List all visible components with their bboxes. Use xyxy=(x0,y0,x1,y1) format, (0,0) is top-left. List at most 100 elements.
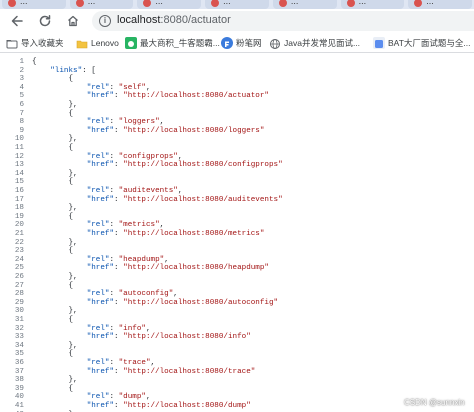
line-number: 40 xyxy=(14,393,24,402)
line-number: 31 xyxy=(14,316,24,324)
line-text: { xyxy=(32,316,74,324)
code-line: 12 "rel": "configprops", xyxy=(0,153,474,162)
line-text: "href": "http://localhost:8080/metrics" xyxy=(86,230,265,238)
code-line: 19 { xyxy=(0,213,474,222)
bookmark-label: Lenovo xyxy=(91,38,119,48)
line-text: "rel": "autoconfig", xyxy=(86,290,178,299)
line-text: "href": "http://localhost:8080/auditeven… xyxy=(86,195,283,204)
folder-import-icon xyxy=(6,37,18,49)
line-number: 38 xyxy=(14,376,24,385)
bookmark-label: 导入收藏夹 xyxy=(21,38,64,48)
code-line: 13 "href": "http://localhost:8080/config… xyxy=(0,161,474,170)
tab-favicon-icon xyxy=(211,0,220,7)
url-text[interactable]: localhost:8080/actuator xyxy=(117,14,231,26)
code-line: 20 "rel": "metrics", xyxy=(0,221,474,230)
code-line: 16 "rel": "auditevents", xyxy=(0,187,474,196)
code-line: 28 "rel": "autoconfig", xyxy=(0,290,474,299)
code-line: 40 "rel": "dump", xyxy=(0,393,474,402)
browser-tab[interactable]: ... xyxy=(69,0,134,9)
code-line: 8 "rel": "loggers", xyxy=(0,118,474,127)
line-text: "rel": "dump", xyxy=(86,393,151,402)
line-text: "href": "http://localhost:8080/configpro… xyxy=(86,161,283,170)
line-text: { xyxy=(32,178,74,187)
browser-tab[interactable]: ... xyxy=(408,0,472,9)
code-line: 22 }, xyxy=(0,239,474,248)
code-line: 26 }, xyxy=(0,273,474,282)
code-line: 15 { xyxy=(0,178,474,187)
browser-tab[interactable]: ... xyxy=(205,0,269,9)
code-line: 5 "href": "http://localhost:8080/actuato… xyxy=(0,92,474,101)
line-number: 14 xyxy=(14,169,24,178)
code-line: 9 "href": "http://localhost:8080/loggers… xyxy=(0,127,474,136)
fenbi-icon xyxy=(221,37,233,49)
line-text: { xyxy=(32,58,37,66)
browser-tab[interactable]: ... xyxy=(340,0,405,9)
reload-button[interactable] xyxy=(37,13,53,29)
line-number: 13 xyxy=(14,161,24,170)
code-line: 18 }, xyxy=(0,204,474,213)
line-text: "rel": "info", xyxy=(86,324,151,333)
browser-tab[interactable]: ... xyxy=(2,0,66,9)
json-viewer[interactable]: 1{2 "links": [3 {4 "rel": "self", 5 "href… xyxy=(0,54,474,412)
site-info-icon[interactable]: i xyxy=(99,15,111,27)
code-line: 17 "href": "http://localhost:8080/audite… xyxy=(0,196,474,205)
line-number: 17 xyxy=(14,195,24,204)
bookmark-fenbi[interactable]: 粉笔网 xyxy=(221,35,262,51)
address-bar[interactable]: i localhost:8080/actuator xyxy=(92,11,474,31)
line-text: }, xyxy=(32,101,78,109)
home-button[interactable] xyxy=(65,13,81,29)
tab-favicon-icon xyxy=(414,0,423,7)
line-text: "href": "http://localhost:8080/trace" xyxy=(86,367,256,376)
line-text: }, xyxy=(32,273,78,281)
code-line: 30 }, xyxy=(0,307,474,316)
bat-icon xyxy=(373,37,385,49)
tab-title: ... xyxy=(223,0,231,6)
line-text: "href": "http://localhost:8080/dump" xyxy=(86,402,251,410)
code-line: 3 { xyxy=(0,75,474,84)
tab-title: ... xyxy=(290,0,299,6)
line-number: 29 xyxy=(14,298,24,307)
line-text: "rel": "metrics", xyxy=(86,221,165,230)
tab-favicon-icon xyxy=(278,0,287,7)
line-number: 32 xyxy=(14,324,24,333)
code-line: 32 "rel": "info", xyxy=(0,325,474,334)
browser-tab[interactable]: ... xyxy=(137,0,202,9)
browser-tab[interactable]: ... xyxy=(272,0,337,9)
line-text: }, xyxy=(32,135,78,144)
line-text: "rel": "auditevents", xyxy=(86,187,183,195)
code-line: 37 "href": "http://localhost:8080/trace" xyxy=(0,368,474,377)
url-host: localhost xyxy=(117,14,161,26)
browser-toolbar: i localhost:8080/actuator xyxy=(0,9,474,33)
line-number: 22 xyxy=(14,238,24,247)
line-text: "rel": "loggers", xyxy=(86,118,165,127)
line-text: "href": "http://localhost:8080/actuator" xyxy=(86,92,269,101)
bookmark-lenovo[interactable]: Lenovo xyxy=(76,35,119,51)
code-line: 6 }, xyxy=(0,101,474,110)
line-number: 16 xyxy=(14,187,24,195)
code-line: 24 "rel": "heapdump", xyxy=(0,256,474,265)
tab-favicon-icon xyxy=(75,0,84,7)
bookmark-label: Java并发常见面试... xyxy=(284,38,361,48)
back-button[interactable] xyxy=(9,13,25,29)
line-text: "rel": "trace", xyxy=(86,359,156,367)
bookmark-nowcoder[interactable]: 最大商积_牛客题霸... xyxy=(125,35,220,51)
tab-strip: ..................... xyxy=(0,0,474,9)
code-line: 10 }, xyxy=(0,135,474,144)
code-line: 7 { xyxy=(0,110,474,119)
line-number: 20 xyxy=(14,221,24,230)
code-line: 14 }, xyxy=(0,170,474,179)
tab-favicon-icon xyxy=(8,0,16,7)
bookmark-bat[interactable]: BAT大厂面试题与全... xyxy=(373,35,471,51)
bookmark-import[interactable]: 导入收藏夹 xyxy=(6,35,64,51)
tab-favicon-icon xyxy=(143,0,152,7)
globe-icon xyxy=(269,37,281,49)
code-line: 2 "links": [ xyxy=(0,67,474,76)
url-path: :8080/actuator xyxy=(160,14,231,26)
tab-favicon-icon xyxy=(346,0,355,7)
line-number: 10 xyxy=(14,135,24,144)
line-number: 7 xyxy=(19,109,24,118)
code-line: 29 "href": "http://localhost:8080/autoco… xyxy=(0,299,474,308)
code-line: 11 { xyxy=(0,144,474,153)
line-text: }, xyxy=(32,376,78,385)
bookmark-java[interactable]: Java并发常见面试... xyxy=(269,35,360,51)
